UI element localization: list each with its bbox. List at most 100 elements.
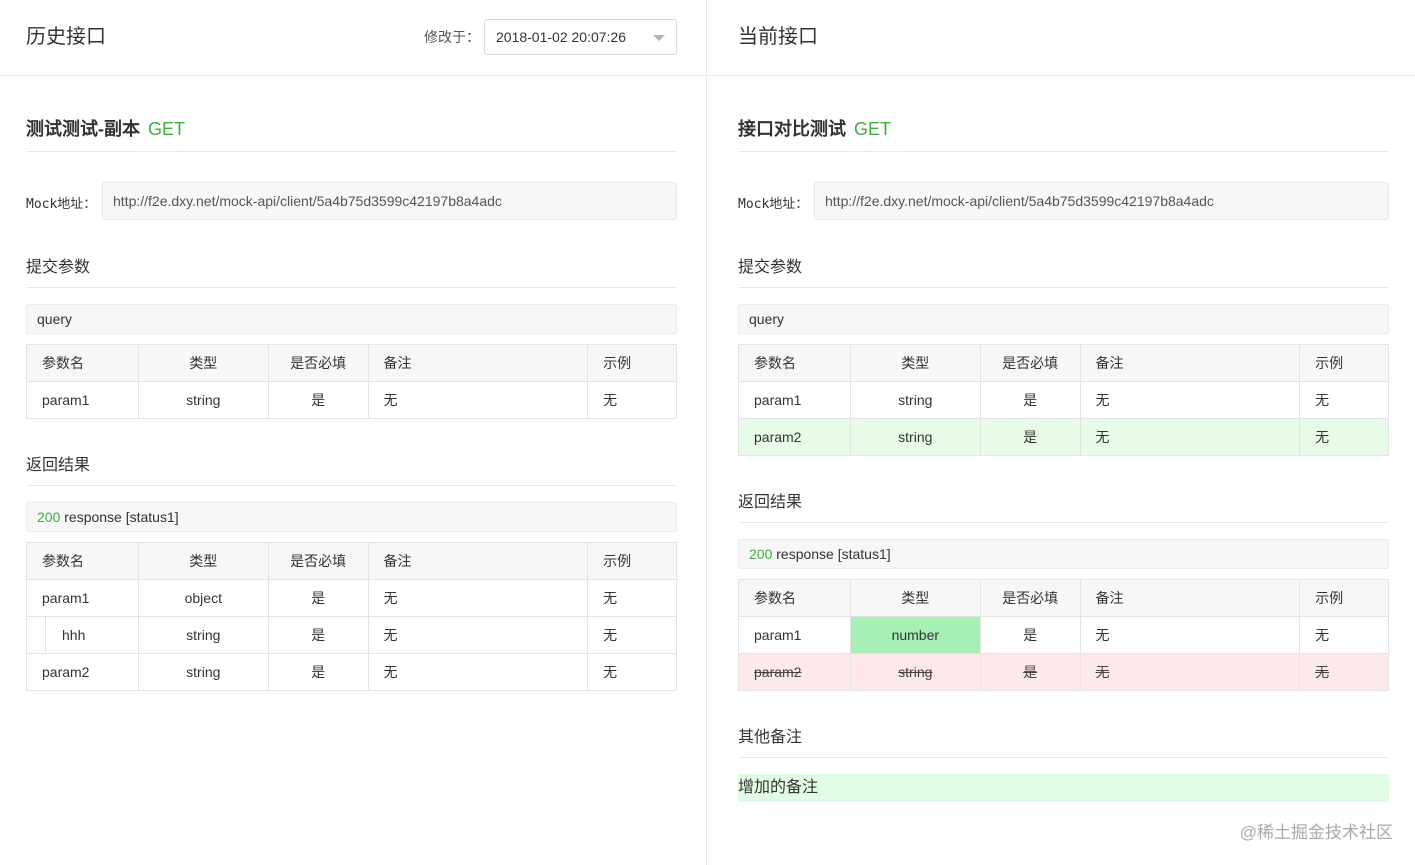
col-required: 是否必填 (267, 542, 369, 580)
col-note: 备注 (367, 344, 589, 382)
cell-name: param1 (738, 381, 851, 419)
response-status-bar: 200 response [status1] (26, 502, 677, 532)
col-example: 示例 (1299, 344, 1389, 382)
cell-required: 是 (267, 616, 369, 654)
cell-name-text: hhh (62, 627, 86, 643)
table-row-changed: param1 number 是 无 无 (738, 616, 1389, 654)
table-header-row: 参数名 类型 是否必填 备注 示例 (26, 344, 677, 382)
col-required: 是否必填 (267, 344, 369, 382)
status-code: 200 (749, 546, 773, 562)
api-title-row: 接口对比测试 GET (738, 116, 1389, 152)
cell-example: 无 (587, 579, 677, 617)
cell-note: 无 (367, 653, 589, 691)
request-params-table: 参数名 类型 是否必填 备注 示例 param1 string 是 无 无 pa… (738, 344, 1389, 456)
cell-note: 无 (1079, 616, 1301, 654)
modified-label: 修改于： (424, 29, 480, 45)
api-name: 测试测试-副本 (26, 119, 140, 139)
cell-type: string (849, 653, 981, 691)
cell-note: 无 (367, 579, 589, 617)
cell-example: 无 (587, 616, 677, 654)
response-status-bar: 200 response [status1] (738, 539, 1389, 569)
response-section-title: 返回结果 (26, 454, 677, 486)
col-example: 示例 (1299, 579, 1389, 617)
mock-label: Mock地址： (738, 197, 809, 212)
cell-type: string (849, 381, 981, 419)
mock-label: Mock地址： (26, 197, 97, 212)
status-text: response [status1] (60, 509, 179, 525)
col-type: 类型 (849, 344, 981, 382)
indent-line (45, 617, 46, 653)
cell-note: 无 (1079, 418, 1301, 456)
col-name: 参数名 (26, 542, 139, 580)
current-panel: 当前接口 接口对比测试 GET Mock地址： http://f2e.dxy.ne… (708, 0, 1415, 865)
table-header-row: 参数名 类型 是否必填 备注 示例 (738, 344, 1389, 382)
other-section-title: 其他备注 (738, 726, 1389, 758)
cell-required: 是 (267, 653, 369, 691)
status-text: response [status1] (772, 546, 891, 562)
request-section-title: 提交参数 (738, 256, 1389, 288)
request-type-bar: query (738, 304, 1389, 334)
cell-required: 是 (267, 579, 369, 617)
response-params-table: 参数名 类型 是否必填 备注 示例 param1 number 是 无 无 pa… (738, 579, 1389, 691)
col-example: 示例 (587, 542, 677, 580)
col-note: 备注 (1079, 579, 1301, 617)
request-section-title: 提交参数 (26, 256, 677, 288)
other-remark: 增加的备注 (738, 774, 1389, 802)
col-note: 备注 (1079, 344, 1301, 382)
cell-required: 是 (979, 381, 1081, 419)
cell-note: 无 (367, 381, 589, 419)
cell-note: 无 (1079, 653, 1301, 691)
chevron-down-icon (653, 35, 665, 41)
history-panel: 历史接口 修改于： 2018-01-02 20:07:26 测试测试-副本 GET… (0, 0, 707, 865)
table-row: param1 string 是 无 无 (26, 381, 677, 419)
cell-required: 是 (979, 616, 1081, 654)
mock-url[interactable]: http://f2e.dxy.net/mock-api/client/5a4b7… (102, 182, 677, 220)
cell-type: object (137, 579, 269, 617)
cell-example: 无 (587, 653, 677, 691)
cell-type: string (137, 653, 269, 691)
watermark: @稀土掘金技术社区 (1239, 823, 1393, 842)
cell-required: 是 (979, 418, 1081, 456)
cell-type: string (137, 381, 269, 419)
table-row: param1 string 是 无 无 (738, 381, 1389, 419)
mock-row: Mock地址： http://f2e.dxy.net/mock-api/clie… (26, 182, 677, 220)
cell-note: 无 (367, 616, 589, 654)
version-select-value: 2018-01-02 20:07:26 (496, 29, 626, 45)
cell-example: 无 (1299, 616, 1389, 654)
cell-required: 是 (267, 381, 369, 419)
col-note: 备注 (367, 542, 589, 580)
col-name: 参数名 (738, 344, 851, 382)
cell-name: param2 (738, 653, 851, 691)
cell-example: 无 (1299, 418, 1389, 456)
current-title: 当前接口 (738, 26, 818, 48)
table-row: param1 object 是 无 无 (26, 579, 677, 617)
status-code: 200 (37, 509, 61, 525)
table-row-added: param2 string 是 无 无 (738, 418, 1389, 456)
api-name: 接口对比测试 (738, 119, 846, 139)
cell-name: param1 (26, 579, 139, 617)
cell-type-changed: number (849, 616, 981, 654)
col-type: 类型 (849, 579, 981, 617)
table-row-removed: param2 string 是 无 无 (738, 653, 1389, 691)
table-header-row: 参数名 类型 是否必填 备注 示例 (26, 542, 677, 580)
cell-name: param1 (26, 381, 139, 419)
col-required: 是否必填 (979, 579, 1081, 617)
col-name: 参数名 (738, 579, 851, 617)
api-title-row: 测试测试-副本 GET (26, 116, 677, 152)
cell-name: param1 (738, 616, 851, 654)
history-header: 历史接口 修改于： 2018-01-02 20:07:26 (0, 0, 706, 76)
cell-example: 无 (1299, 653, 1389, 691)
version-select[interactable]: 2018-01-02 20:07:26 (484, 19, 677, 55)
response-section-title: 返回结果 (738, 491, 1389, 523)
api-method: GET (148, 119, 186, 139)
cell-name: hhh (26, 616, 139, 654)
mock-url[interactable]: http://f2e.dxy.net/mock-api/client/5a4b7… (814, 182, 1389, 220)
table-row-child: hhh string 是 无 无 (26, 616, 677, 654)
cell-type: string (849, 418, 981, 456)
col-example: 示例 (587, 344, 677, 382)
col-name: 参数名 (26, 344, 139, 382)
cell-note: 无 (1079, 381, 1301, 419)
cell-type: string (137, 616, 269, 654)
request-params-table: 参数名 类型 是否必填 备注 示例 param1 string 是 无 无 (26, 344, 677, 419)
table-row: param2 string 是 无 无 (26, 653, 677, 691)
